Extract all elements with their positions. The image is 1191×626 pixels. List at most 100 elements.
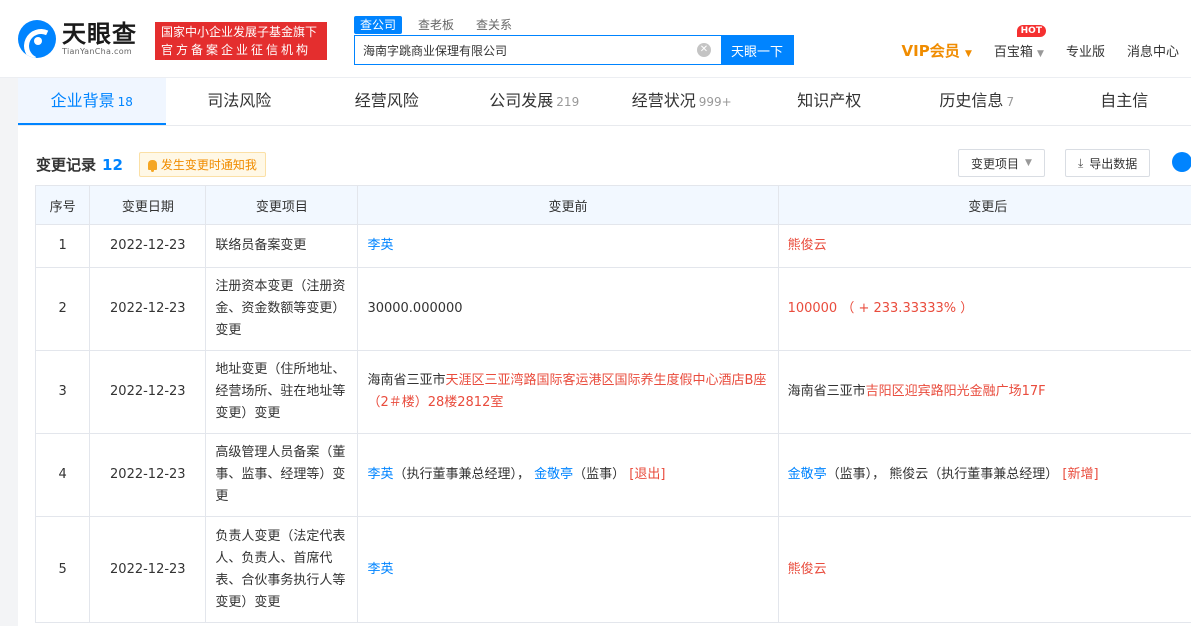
row-date: 2022-12-23 xyxy=(89,224,207,268)
row-before: 李英 xyxy=(357,516,779,623)
table-row: 3 2022-12-23 地址变更（住所地址、经营场所、驻在地址等变更）变更 海… xyxy=(34,350,1191,434)
search-tab-company[interactable]: 查公司 xyxy=(354,16,403,34)
search-button[interactable]: 天眼一下 xyxy=(721,36,793,64)
top-nav: VIP会员 ▼ HOT 百宝箱 ▼ 专业版 消息中心 xyxy=(902,25,1179,61)
tab-count: 999+ xyxy=(698,95,732,109)
row-after: 100000 （ + 233.33333% ） xyxy=(777,267,1191,351)
row-date: 2022-12-23 xyxy=(89,433,207,517)
official-badge: 国家中小企业发展子基金旗下 官方备案企业征信机构 xyxy=(155,22,327,60)
header-item: 变更项目 xyxy=(205,185,359,225)
vip-label: VIP会员 xyxy=(901,42,960,60)
tianyan-bot-icon[interactable] xyxy=(1172,152,1191,172)
row-after: 海南省三亚市吉阳区迎宾路阳光金融广场17F xyxy=(777,350,1191,434)
table-row: 2 2022-12-23 注册资本变更（注册资金、资金数额等变更）变更 3000… xyxy=(34,267,1191,351)
row-before: 李英（执行董事兼总经理）， 金敬亭（监事） [退出] xyxy=(357,433,779,517)
person-link[interactable]: 李英 xyxy=(367,238,393,253)
bell-icon xyxy=(147,159,157,172)
table-row: 4 2022-12-23 高级管理人员备案（董事、监事、经理等）变更 李英（执行… xyxy=(34,433,1191,517)
main-panel: 企业背景 18 司法风险 经营风险 公司发展 219 经营状况 999+ 知识产权 历… xyxy=(18,78,1191,626)
baoxiang-label: 百宝箱 xyxy=(993,45,1033,60)
header-no: 序号 xyxy=(34,185,91,225)
tab-development[interactable]: 公司发展 219 xyxy=(461,78,609,125)
tab-count: 18 xyxy=(117,95,133,109)
tab-self-info[interactable]: 自主信 xyxy=(1051,78,1191,125)
tab-label: 司法风险 xyxy=(207,91,272,110)
person-link[interactable]: 金敬亭 xyxy=(534,467,573,482)
table-header-row: 序号 变更日期 变更项目 变更前 变更后 xyxy=(34,185,1191,225)
person-role: （监事） xyxy=(573,467,626,482)
row-item: 联络员备案变更 xyxy=(205,224,359,268)
vip-menu[interactable]: VIP会员 ▼ xyxy=(902,40,972,61)
header-date: 变更日期 xyxy=(89,185,207,225)
tab-label: 经营状况 xyxy=(631,91,696,110)
download-icon: ⤓ xyxy=(1077,155,1084,170)
notify-button[interactable]: 发生变更时通知我 xyxy=(138,152,266,177)
pro-link[interactable]: 专业版 xyxy=(1066,41,1105,60)
row-no: 1 xyxy=(34,224,91,268)
table-row: 5 2022-12-23 负责人变更（法定代表人、负责人、首席代表、合伙事务执行… xyxy=(34,516,1191,623)
tab-label: 自主信 xyxy=(1100,91,1149,110)
changed-value: 100000 （ + 233.33333% ） xyxy=(787,301,974,316)
logo-domain: TianYanCha.com xyxy=(62,47,132,56)
site-header: 天眼查 TianYanCha.com 国家中小企业发展子基金旗下 官方备案企业征… xyxy=(0,0,1191,78)
tab-label: 历史信息 xyxy=(939,91,1004,110)
logo-text: 天眼查 xyxy=(62,20,137,48)
person-text: 熊俊云（执行董事兼总经理） xyxy=(889,467,1059,482)
table-actions: 变更项目 ▼ ⤓ 导出数据 xyxy=(958,149,1151,177)
filter-dropdown[interactable]: 变更项目 ▼ xyxy=(958,149,1045,177)
clear-icon[interactable]: ✕ xyxy=(697,43,711,57)
tab-label: 企业背景 xyxy=(50,91,115,110)
exit-tag: [退出] xyxy=(629,467,666,482)
tab-label: 公司发展 xyxy=(489,91,554,110)
row-item: 负责人变更（法定代表人、负责人、首席代表、合伙事务执行人等变更）变更 xyxy=(205,516,359,623)
search-input[interactable] xyxy=(355,36,697,64)
person-role: （监事）， xyxy=(826,467,886,482)
table-row: 1 2022-12-23 联络员备案变更 李英 熊俊云 xyxy=(34,224,1191,268)
row-date: 2022-12-23 xyxy=(89,516,207,623)
row-date: 2022-12-23 xyxy=(89,350,207,434)
header-after: 变更后 xyxy=(777,185,1191,225)
person-link[interactable]: 李英 xyxy=(367,467,393,482)
header-before: 变更前 xyxy=(357,185,779,225)
new-tag: [新增] xyxy=(1062,467,1099,482)
tab-background[interactable]: 企业背景 18 xyxy=(18,78,166,125)
search-tab-relation[interactable]: 查关系 xyxy=(470,16,518,34)
tab-count: 7 xyxy=(1006,95,1015,109)
tab-operation-risk[interactable]: 经营风险 xyxy=(313,78,461,125)
logo-icon xyxy=(18,20,56,58)
tab-ip[interactable]: 知识产权 xyxy=(756,78,904,125)
messages-link[interactable]: 消息中心 xyxy=(1127,41,1179,60)
row-after: 金敬亭（监事）， 熊俊云（执行董事兼总经理） [新增] xyxy=(777,433,1191,517)
tab-history[interactable]: 历史信息 7 xyxy=(903,78,1051,125)
notify-label: 发生变更时通知我 xyxy=(160,158,257,172)
row-after: 熊俊云 xyxy=(777,224,1191,268)
section-count: 12 xyxy=(102,155,123,174)
export-button[interactable]: ⤓ 导出数据 xyxy=(1064,149,1151,177)
search-type-tabs: 查公司 查老板 查关系 xyxy=(354,16,518,34)
badge-line-2: 官方备案企业征信机构 xyxy=(161,43,312,57)
person-link[interactable]: 李英 xyxy=(367,562,393,577)
filter-label: 变更项目 xyxy=(971,156,1020,171)
caret-down-icon: ▼ xyxy=(1025,158,1032,168)
row-no: 3 xyxy=(34,350,91,434)
address-changed: 吉阳区迎宾路阳光金融广场17F xyxy=(865,384,1046,399)
tab-operation-status[interactable]: 经营状况 999+ xyxy=(608,78,756,125)
row-item: 注册资本变更（注册资金、资金数额等变更）变更 xyxy=(205,267,359,351)
row-after: 熊俊云 xyxy=(777,516,1191,623)
person-link[interactable]: 金敬亭 xyxy=(788,467,827,482)
caret-down-icon: ▼ xyxy=(964,49,972,59)
category-tabs: 企业背景 18 司法风险 经营风险 公司发展 219 经营状况 999+ 知识产权 历… xyxy=(18,78,1191,126)
tab-count: 219 xyxy=(556,95,580,109)
section-header: 变更记录 12 发生变更时通知我 xyxy=(36,152,266,177)
row-date: 2022-12-23 xyxy=(89,267,207,351)
change-records-table: 序号 变更日期 变更项目 变更前 变更后 1 2022-12-23 联络员备案变… xyxy=(34,185,1191,623)
row-no: 2 xyxy=(34,267,91,351)
row-item: 地址变更（住所地址、经营场所、驻在地址等变更）变更 xyxy=(205,350,359,434)
changed-value: 熊俊云 xyxy=(787,561,827,577)
search-tab-boss[interactable]: 查老板 xyxy=(412,16,460,34)
logo[interactable]: 天眼查 TianYanCha.com xyxy=(18,20,137,58)
row-no: 5 xyxy=(34,516,91,623)
baoxiang-menu[interactable]: HOT 百宝箱 ▼ xyxy=(993,25,1046,60)
export-label: 导出数据 xyxy=(1089,156,1138,171)
tab-legal-risk[interactable]: 司法风险 xyxy=(166,78,314,125)
